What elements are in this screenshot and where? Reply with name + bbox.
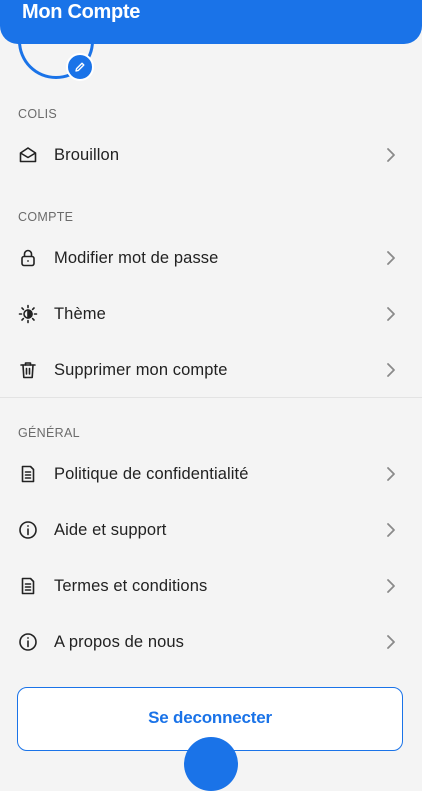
menu-item-aide-support[interactable]: Aide et support [0,504,422,556]
lock-icon [18,248,38,268]
menu-item-label: Brouillon [54,145,120,164]
menu-item-brouillon[interactable]: Brouillon [0,129,422,181]
section-label-compte: COMPTE [18,210,74,224]
menu-item-politique-confidentialite[interactable]: Politique de confidentialité [0,448,422,500]
chevron-right-icon [387,307,395,321]
menu-item-label: Termes et conditions [54,576,208,595]
pencil-icon [75,62,85,72]
menu-item-label: Modifier mot de passe [54,248,219,267]
theme-icon [18,304,38,324]
menu-item-theme[interactable]: Thème [0,288,422,340]
info-icon [18,632,38,652]
chevron-right-icon [387,251,395,265]
section-label-general: GÉNÉRAL [18,426,80,440]
chevron-right-icon [387,579,395,593]
document-icon [18,576,38,596]
info-icon [18,520,38,540]
trash-icon [18,360,38,380]
menu-item-label: A propos de nous [54,632,185,651]
menu-item-termes-conditions[interactable]: Termes et conditions [0,560,422,612]
envelope-open-icon [18,145,38,165]
menu-item-label: Supprimer mon compte [54,360,228,379]
chevron-right-icon [387,148,395,162]
divider [0,397,422,398]
chevron-right-icon [387,635,395,649]
menu-item-label: Thème [54,304,106,323]
document-icon [18,464,38,484]
page-title: Mon Compte [22,1,141,23]
floating-action-button[interactable] [184,737,238,791]
chevron-right-icon [387,363,395,377]
section-label-colis: COLIS [18,107,58,121]
chevron-right-icon [387,467,395,481]
chevron-right-icon [387,523,395,537]
menu-item-a-propos[interactable]: A propos de nous [0,616,422,668]
menu-item-supprimer-compte[interactable]: Supprimer mon compte [0,344,422,396]
menu-item-label: Aide et support [54,520,167,539]
menu-item-modifier-mot-de-passe[interactable]: Modifier mot de passe [0,232,422,284]
edit-avatar-button[interactable] [66,53,94,81]
app-header: Mon Compte [0,0,422,44]
menu-item-label: Politique de confidentialité [54,464,249,483]
